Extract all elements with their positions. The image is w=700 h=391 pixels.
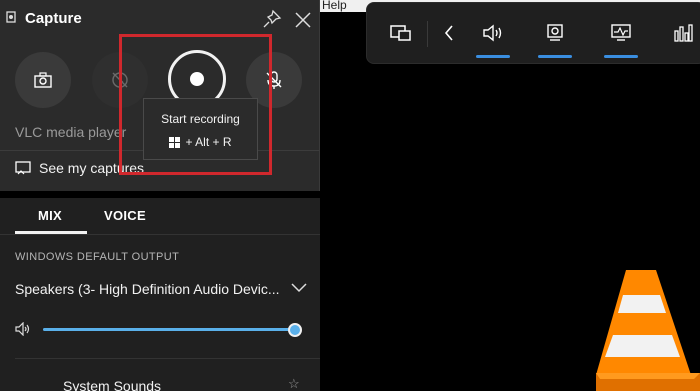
- capture-icon: [547, 24, 563, 41]
- audio-widget-button[interactable]: [477, 17, 509, 49]
- close-button[interactable]: [292, 9, 314, 31]
- widget-menu-icon: [390, 25, 411, 41]
- volume-slider-fill: [43, 328, 295, 331]
- capture-widget-button[interactable]: [539, 17, 571, 49]
- capture-title-bar[interactable]: Capture: [0, 0, 320, 36]
- gamebar-toolbar: [366, 2, 700, 64]
- master-volume-row: [15, 320, 307, 340]
- performance-icon: [611, 24, 631, 41]
- audio-active-indicator: [476, 55, 510, 58]
- tab-voice[interactable]: VOICE: [104, 208, 146, 223]
- menu-item-help[interactable]: Help: [322, 0, 347, 12]
- capture-title: Capture: [25, 10, 82, 27]
- output-section-label: WINDOWS DEFAULT OUTPUT: [15, 251, 180, 263]
- volume-slider[interactable]: [43, 323, 302, 337]
- widget-menu-button[interactable]: [385, 17, 417, 49]
- highlight-frame: [119, 34, 272, 175]
- favorite-star-icon[interactable]: ☆: [288, 376, 300, 391]
- screenshot-button[interactable]: [15, 52, 71, 108]
- pin-icon: [263, 9, 282, 28]
- close-icon: [295, 12, 311, 28]
- collapse-button[interactable]: [433, 17, 465, 49]
- captured-app-name: VLC media player: [15, 124, 127, 140]
- volume-slider-thumb[interactable]: [288, 323, 302, 337]
- tabs-divider: [0, 234, 320, 235]
- chevron-left-icon: [444, 25, 453, 41]
- gallery-icon: [15, 161, 31, 175]
- vlc-cone-logo: [596, 270, 700, 391]
- output-device-dropdown[interactable]: Speakers (3- High Definition Audio Devic…: [15, 281, 307, 301]
- toolbar-divider: [427, 21, 428, 47]
- resources-widget-button[interactable]: [667, 17, 699, 49]
- pin-button[interactable]: [262, 9, 282, 29]
- audio-widget: MIX VOICE WINDOWS DEFAULT OUTPUT Speaker…: [0, 198, 320, 391]
- audio-divider: [15, 358, 320, 359]
- audio-icon: [483, 24, 502, 42]
- capture-widget-icon: [6, 11, 16, 23]
- camera-icon: [34, 72, 52, 88]
- app-name-system-sounds: System Sounds: [63, 378, 162, 391]
- performance-widget-button[interactable]: [605, 17, 637, 49]
- speaker-icon[interactable]: [15, 322, 31, 336]
- resources-icon: [674, 24, 693, 42]
- capture-active-indicator: [538, 55, 572, 58]
- chevron-down-icon: [291, 283, 307, 293]
- performance-active-indicator: [604, 55, 638, 58]
- tab-mix[interactable]: MIX: [38, 208, 62, 223]
- output-device-name: Speakers (3- High Definition Audio Devic…: [15, 281, 280, 297]
